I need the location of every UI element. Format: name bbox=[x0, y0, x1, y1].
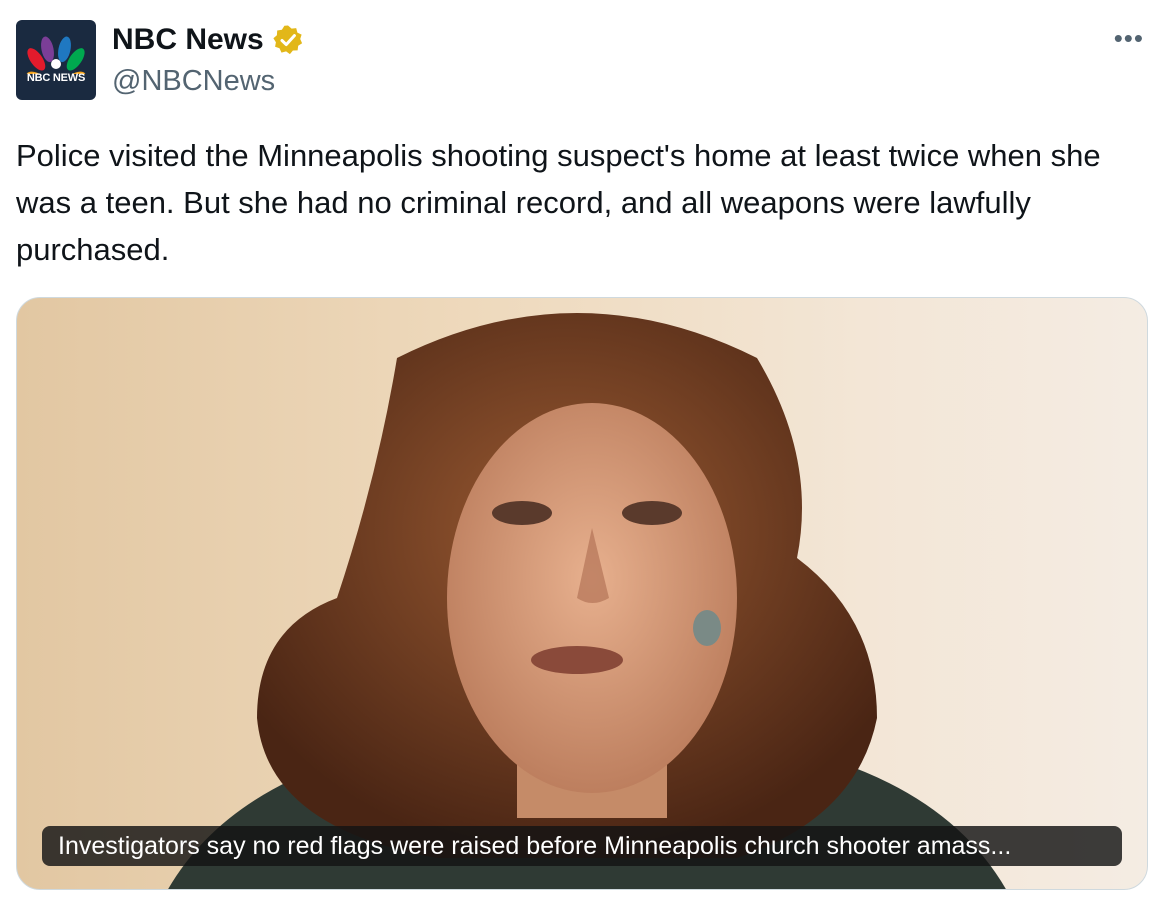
display-name[interactable]: NBC News bbox=[112, 22, 264, 58]
more-options-icon[interactable]: ••• bbox=[1114, 25, 1144, 51]
avatar[interactable]: NBC NEWS bbox=[16, 20, 96, 100]
nbc-peacock-icon bbox=[26, 36, 86, 74]
avatar-logo-text: NBC NEWS bbox=[26, 72, 86, 84]
video-caption: Investigators say no red flags were rais… bbox=[42, 826, 1122, 866]
account-handle[interactable]: @NBCNews bbox=[112, 64, 275, 98]
video-frame-image bbox=[168, 313, 1006, 889]
tweet-card: NBC NEWS NBC News @NBCNews ••• Police vi… bbox=[0, 0, 1166, 902]
verified-badge-icon[interactable] bbox=[272, 24, 304, 56]
account-name-row: NBC News bbox=[112, 22, 304, 58]
video-thumbnail[interactable]: Investigators say no red flags were rais… bbox=[16, 297, 1148, 890]
tweet-text: Police visited the Minneapolis shooting … bbox=[16, 138, 1101, 267]
